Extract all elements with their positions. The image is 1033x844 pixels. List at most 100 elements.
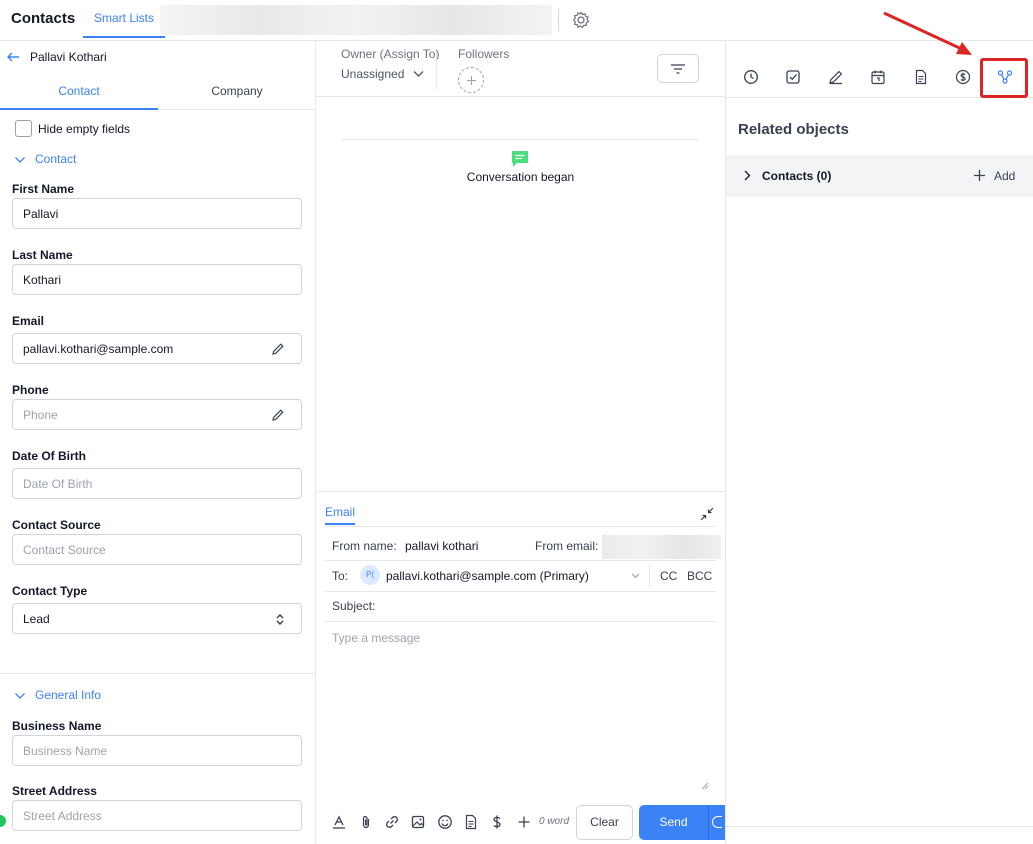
contact-type-value: Lead: [23, 612, 50, 626]
document-icon[interactable]: [913, 69, 929, 85]
contact-name: Pallavi Kothari: [30, 50, 107, 64]
first-name-field[interactable]: Pallavi: [12, 198, 302, 229]
chevron-down-icon[interactable]: [631, 573, 640, 579]
divider: [436, 51, 437, 89]
street-address-field[interactable]: Street Address: [12, 800, 302, 831]
emoji-icon[interactable]: [437, 814, 453, 830]
divider: [325, 526, 716, 527]
calendar-icon[interactable]: [870, 69, 886, 85]
dollar-icon[interactable]: [489, 814, 505, 830]
pencil-icon[interactable]: [271, 408, 285, 422]
collapse-icon[interactable]: [700, 507, 714, 521]
to-label: To:: [332, 569, 349, 583]
clock-icon[interactable]: [743, 69, 759, 85]
back-row[interactable]: Pallavi Kothari: [0, 41, 315, 73]
hide-empty-label: Hide empty fields: [38, 122, 131, 136]
tab-smart-lists[interactable]: Smart Lists: [83, 0, 166, 38]
chat-bubble-icon: [512, 151, 528, 167]
first-name-label: First Name: [12, 182, 75, 196]
contact-details-panel: Pallavi Kothari Contact Company Hide emp…: [0, 41, 316, 844]
filter-icon: [671, 64, 685, 74]
dob-field[interactable]: Date Of Birth: [12, 468, 302, 499]
divider: [558, 9, 559, 31]
business-name-label: Business Name: [12, 719, 102, 733]
word-count: 0 word: [539, 816, 570, 827]
email-label: Email: [12, 314, 45, 328]
filter-button[interactable]: [657, 54, 699, 83]
contact-source-placeholder: Contact Source: [23, 543, 106, 557]
divider: [325, 621, 716, 622]
from-email-value-redacted[interactable]: [602, 535, 721, 559]
top-bar: Contacts Smart Lists: [0, 0, 1033, 41]
followers-label: Followers: [458, 47, 510, 61]
tab-email[interactable]: Email: [325, 505, 356, 525]
dob-placeholder: Date Of Birth: [23, 477, 93, 491]
street-address-label: Street Address: [12, 784, 97, 798]
business-name-field[interactable]: Business Name: [12, 735, 302, 766]
chevron-right-icon[interactable]: [743, 170, 751, 181]
divider: [325, 560, 716, 561]
send-button[interactable]: Send: [639, 805, 708, 840]
business-name-placeholder: Business Name: [23, 744, 108, 758]
section-general-label: General Info: [35, 688, 102, 702]
hide-empty-checkbox[interactable]: [15, 120, 32, 137]
conversation-began-label: Conversation began: [466, 170, 575, 184]
last-name-label: Last Name: [12, 248, 73, 262]
send-options-button[interactable]: [708, 805, 725, 840]
dob-label: Date Of Birth: [12, 449, 87, 463]
owner-label: Owner (Assign To): [341, 47, 440, 61]
to-recipient[interactable]: pallavi.kothari@sample.com (Primary): [386, 569, 589, 583]
redacted-tabs: [160, 5, 552, 35]
plus-icon[interactable]: [973, 169, 986, 182]
back-arrow-icon[interactable]: [6, 50, 20, 64]
tab-company[interactable]: Company: [158, 73, 315, 110]
email-field[interactable]: pallavi.kothari@sample.com: [12, 333, 302, 364]
email-value: pallavi.kothari@sample.com: [23, 342, 174, 356]
subject-field[interactable]: Subject:: [332, 599, 375, 613]
status-dot: [0, 815, 6, 827]
cc-button[interactable]: CC: [660, 569, 677, 583]
plus-icon[interactable]: [516, 814, 532, 830]
link-icon[interactable]: [384, 814, 400, 830]
message-input[interactable]: Type a message: [332, 631, 420, 645]
from-name-value[interactable]: pallavi kothari: [405, 539, 478, 553]
divider: [0, 673, 315, 674]
image-icon[interactable]: [410, 814, 426, 830]
last-name-field[interactable]: Kothari: [12, 264, 302, 295]
contact-type-select[interactable]: Lead: [12, 603, 302, 634]
clear-button[interactable]: Clear: [576, 805, 633, 840]
from-name-label: From name:: [332, 539, 397, 553]
text-format-icon[interactable]: [331, 814, 347, 830]
pen-icon[interactable]: [828, 69, 844, 85]
tab-contact[interactable]: Contact: [0, 73, 158, 110]
resize-handle-icon[interactable]: [701, 782, 709, 790]
divider: [726, 826, 1033, 827]
add-related-button[interactable]: Add: [994, 169, 1015, 183]
highlight-box: [980, 58, 1028, 98]
contact-tabs: Contact Company: [0, 73, 315, 110]
app-title: Contacts: [11, 10, 76, 27]
divider: [325, 591, 716, 592]
dollar-icon[interactable]: [955, 69, 971, 85]
phone-label: Phone: [12, 383, 49, 397]
task-check-icon[interactable]: [785, 69, 801, 85]
phone-placeholder: Phone: [23, 408, 58, 422]
related-contacts-label: Contacts (0): [762, 169, 832, 183]
document-icon[interactable]: [463, 814, 479, 830]
attachment-icon[interactable]: [358, 814, 374, 830]
chevron-down-icon[interactable]: [413, 70, 424, 78]
owner-dropdown[interactable]: Unassigned: [341, 67, 404, 81]
from-email-label: From email:: [535, 539, 599, 553]
chevron-down-icon: [15, 693, 25, 699]
related-panel: Related objects Contacts (0) Add: [725, 41, 1033, 844]
contact-source-field[interactable]: Contact Source: [12, 534, 302, 565]
divider: [649, 565, 650, 587]
last-name-value: Kothari: [23, 273, 62, 287]
add-follower-button[interactable]: [458, 67, 484, 93]
gear-icon[interactable]: [571, 10, 591, 30]
bcc-button[interactable]: BCC: [687, 569, 712, 583]
related-objects-title: Related objects: [738, 121, 849, 138]
pencil-icon[interactable]: [271, 342, 285, 356]
related-contacts-row[interactable]: Contacts (0) Add: [726, 155, 1033, 197]
phone-field[interactable]: Phone: [12, 399, 302, 430]
